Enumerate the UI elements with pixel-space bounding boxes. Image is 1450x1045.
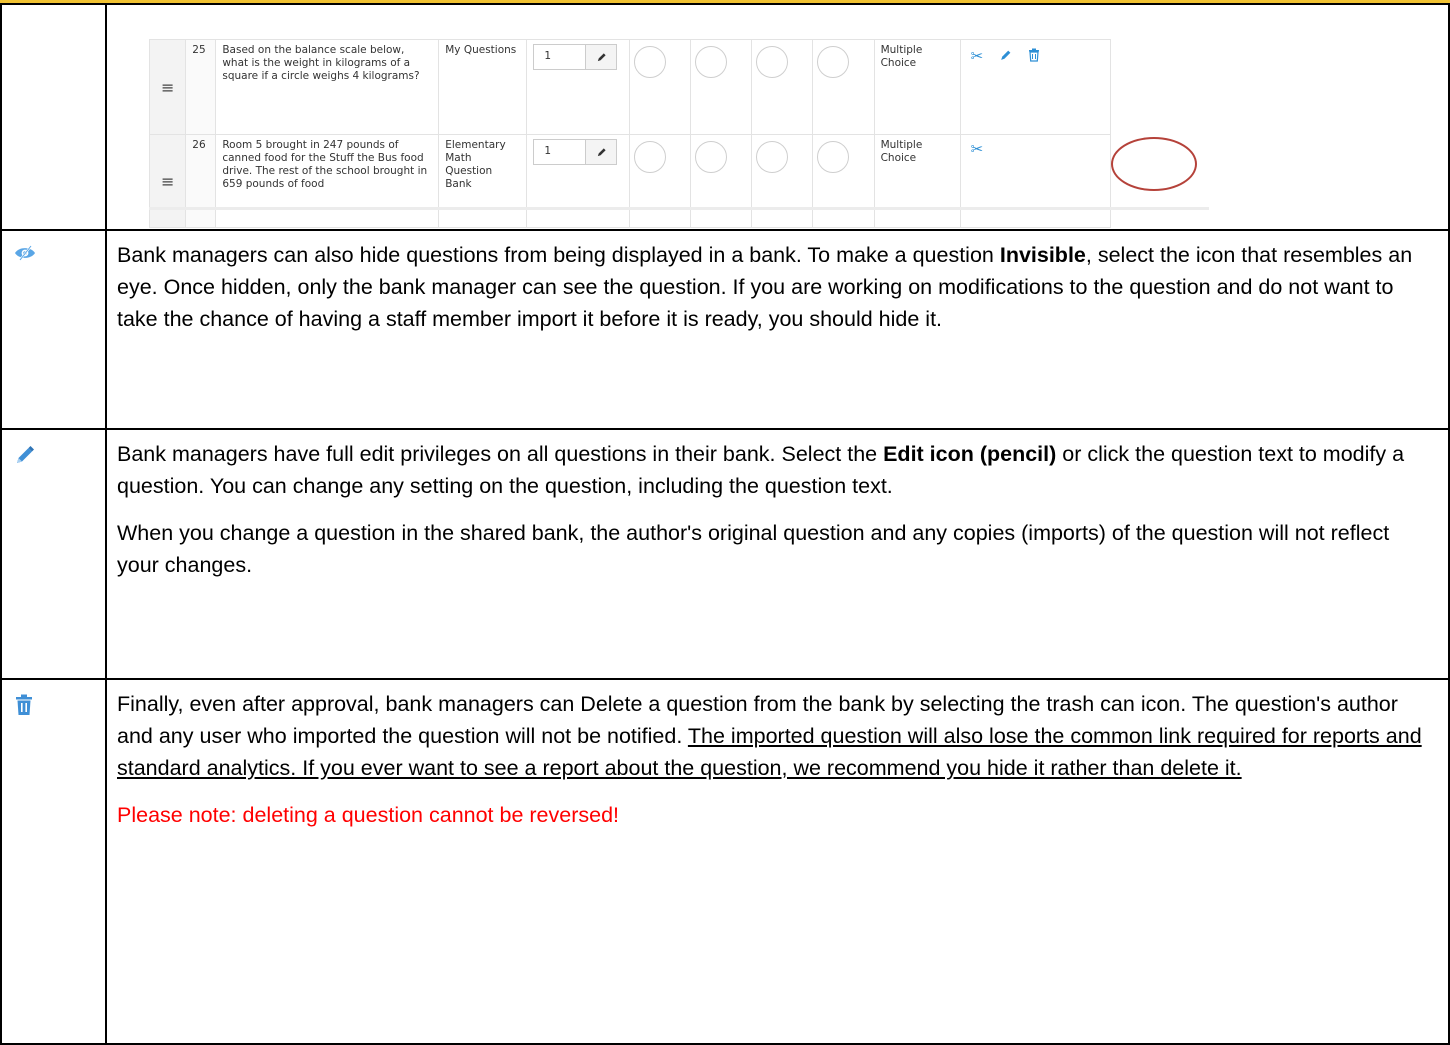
paragraph-text: Bank managers have full edit privileges … bbox=[117, 442, 884, 466]
empty-circle bbox=[695, 46, 728, 78]
hamburger-icon: ≡ bbox=[160, 171, 175, 191]
paragraph-text: Bank managers can also hide questions fr… bbox=[117, 243, 1000, 267]
bank-name: My Questions bbox=[438, 39, 528, 135]
points-input[interactable]: 1 bbox=[533, 139, 618, 165]
delete-warning: Please note: deleting a question cannot … bbox=[117, 803, 620, 827]
screenshot-row: ≡ 25 Based on the balance scale below, w… bbox=[0, 3, 1450, 231]
scissors-icon[interactable]: ✂ bbox=[971, 142, 984, 157]
points-value: 1 bbox=[544, 145, 552, 157]
empty-circle bbox=[633, 141, 666, 173]
points-value: 1 bbox=[544, 50, 552, 62]
trash-icon bbox=[14, 694, 34, 720]
empty-circle bbox=[756, 141, 789, 173]
question-text[interactable]: Based on the balance scale below, what i… bbox=[215, 39, 440, 135]
icon-cell bbox=[0, 428, 107, 680]
standard-circle-cell bbox=[628, 134, 692, 228]
pencil-icon[interactable] bbox=[585, 45, 617, 69]
question-number: 26 bbox=[185, 134, 217, 228]
question-list-table: ≡ 25 Based on the balance scale below, w… bbox=[148, 39, 1112, 228]
question-type: Multiple Choice bbox=[873, 134, 961, 228]
standard-circle-cell bbox=[812, 39, 875, 135]
eye-hidden-icon bbox=[14, 245, 36, 265]
pencil-icon[interactable] bbox=[585, 140, 617, 164]
scissors-icon[interactable]: ✂ bbox=[971, 48, 984, 63]
actions-cell: ✂ bbox=[959, 134, 1112, 228]
pencil-icon bbox=[14, 446, 36, 470]
question-number: 25 bbox=[185, 39, 217, 135]
standard-circle-cell bbox=[690, 39, 753, 135]
empty-icon-cell bbox=[0, 3, 107, 231]
question-text[interactable]: Room 5 brought in 247 pounds of canned f… bbox=[215, 134, 440, 228]
standard-circle-cell bbox=[751, 134, 814, 228]
table-row: ≡ 25 Based on the balance scale below, w… bbox=[148, 39, 1112, 135]
drag-handle[interactable]: ≡ bbox=[148, 134, 187, 228]
bank-name: Elementary Math Question Bank bbox=[438, 134, 528, 228]
empty-circle bbox=[817, 46, 850, 78]
invisible-description: Bank managers can also hide questions fr… bbox=[105, 229, 1450, 430]
points-cell: 1 bbox=[526, 134, 630, 228]
standard-circle-cell bbox=[751, 39, 814, 135]
drag-handle[interactable]: ≡ bbox=[148, 39, 187, 135]
edit-section-row: Bank managers have full edit privileges … bbox=[0, 428, 1450, 680]
question-type: Multiple Choice bbox=[873, 39, 961, 135]
points-input[interactable]: 1 bbox=[533, 44, 618, 70]
empty-circle bbox=[695, 141, 728, 173]
table-row: ≡ 26 Room 5 brought in 247 pounds of can… bbox=[148, 134, 1112, 228]
hamburger-icon: ≡ bbox=[160, 77, 175, 97]
empty-circle bbox=[817, 141, 850, 173]
edit-paragraph: Bank managers have full edit privileges … bbox=[117, 438, 1436, 502]
help-document-table: ≡ 25 Based on the balance scale below, w… bbox=[0, 3, 1450, 1045]
edit-icon-term: Edit icon (pencil) bbox=[883, 442, 1057, 466]
delete-paragraph: Finally, even after approval, bank manag… bbox=[117, 688, 1436, 784]
pencil-icon[interactable] bbox=[999, 49, 1012, 64]
delete-section-row: Finally, even after approval, bank manag… bbox=[0, 678, 1450, 1045]
horizontal-scrollbar[interactable] bbox=[149, 207, 1209, 210]
highlight-circle-annotation bbox=[1111, 137, 1197, 191]
delete-description: Finally, even after approval, bank manag… bbox=[105, 678, 1450, 1045]
trash-icon[interactable] bbox=[1028, 48, 1040, 64]
empty-circle bbox=[633, 46, 666, 78]
question-list-screenshot: ≡ 25 Based on the balance scale below, w… bbox=[107, 5, 1448, 229]
screenshot-cell: ≡ 25 Based on the balance scale below, w… bbox=[105, 3, 1450, 231]
points-cell: 1 bbox=[526, 39, 630, 135]
icon-cell bbox=[0, 229, 107, 430]
empty-circle bbox=[756, 46, 789, 78]
invisible-paragraph: Bank managers can also hide questions fr… bbox=[117, 239, 1436, 335]
invisible-term: Invisible bbox=[999, 243, 1086, 267]
actions-cell: ✂ bbox=[959, 39, 1112, 135]
standard-circle-cell bbox=[812, 134, 875, 228]
standard-circle-cell bbox=[628, 39, 692, 135]
invisible-section-row: Bank managers can also hide questions fr… bbox=[0, 229, 1450, 430]
standard-circle-cell bbox=[690, 134, 753, 228]
edit-description: Bank managers have full edit privileges … bbox=[105, 428, 1450, 680]
edit-note-paragraph: When you change a question in the shared… bbox=[117, 521, 1390, 577]
icon-cell bbox=[0, 678, 107, 1045]
